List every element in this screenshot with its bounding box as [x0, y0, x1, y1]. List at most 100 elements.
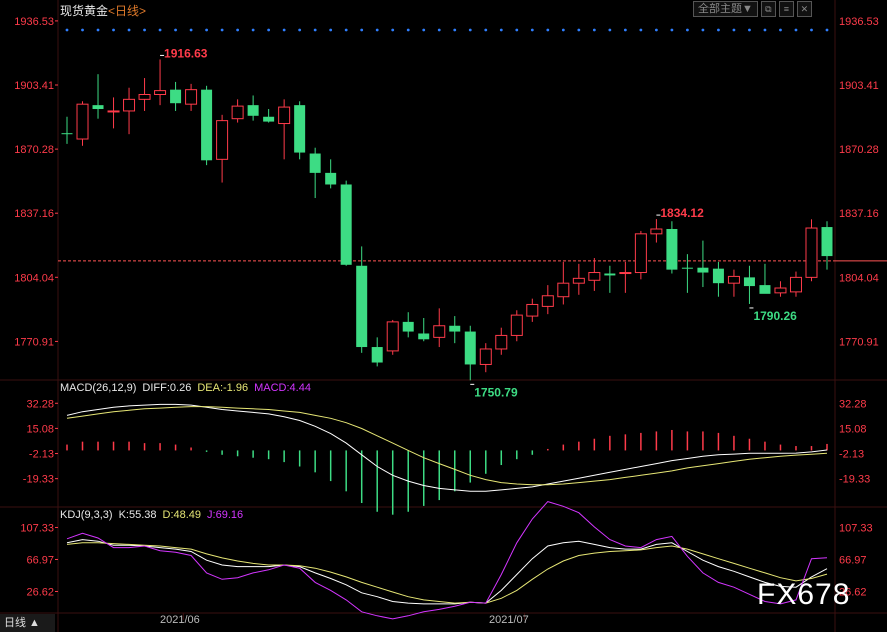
restore-icon[interactable]: ⧉ [760, 1, 776, 17]
kdj-tick-label: 66.97 [839, 554, 867, 566]
candle-body [371, 347, 383, 363]
macd-legend-name: MACD(26,12,9) [60, 382, 137, 394]
price-annotation: 1750.79 [474, 385, 518, 399]
period-label[interactable]: <日线> [108, 4, 146, 18]
candle-body [541, 295, 554, 307]
candle-body [464, 331, 476, 365]
candle-body [263, 116, 275, 122]
day-dot [437, 28, 441, 32]
day-dot [623, 28, 627, 32]
macd-dea-line [66, 406, 828, 486]
day-dot [577, 28, 581, 32]
candle-body [510, 314, 523, 336]
day-dot [484, 28, 488, 32]
candle-body [309, 153, 321, 173]
price-tick-label: 1870.28 [839, 144, 879, 156]
macd-tick-label: -2.13 [839, 449, 864, 461]
macd-tick-label: -19.33 [839, 474, 870, 486]
candle-body [76, 103, 89, 140]
symbol-name: 现货黄金 [60, 4, 109, 18]
candle-body [526, 303, 539, 317]
candle-body [402, 321, 414, 332]
candle-body [495, 334, 508, 350]
candle-body [185, 89, 198, 105]
price-tick-label: 1870.28 [14, 144, 54, 156]
price-annotation: 1916.63 [164, 46, 208, 60]
settings-icon[interactable]: ≡ [778, 1, 794, 17]
kdj-legend-j: J:69.16 [207, 509, 244, 521]
day-dot [515, 28, 519, 32]
day-dot [422, 28, 426, 32]
kdj-k-line [66, 539, 828, 605]
chart-canvas: 1936.53 1936.53 1903.41 1903.41 1870.28 1870.… [0, 0, 887, 632]
candle-body [774, 287, 787, 294]
candle-body [604, 273, 616, 276]
candle-body [107, 110, 120, 113]
day-dot [748, 28, 751, 32]
day-dot [499, 28, 503, 32]
candle-body [634, 233, 647, 274]
price-tick-label: 1903.41 [839, 80, 879, 92]
price-annotation: 1790.26 [753, 309, 797, 323]
day-dot [686, 28, 689, 32]
candle-body [61, 133, 73, 135]
day-dot [189, 28, 193, 32]
kdj-legend-name: KDJ(9,3,3) [60, 509, 113, 521]
candle-body [433, 325, 446, 338]
candle-body [743, 277, 755, 287]
day-dot [344, 28, 348, 32]
candle-body [138, 94, 151, 100]
close-icon[interactable]: ✕ [796, 1, 812, 17]
day-dot [205, 28, 208, 32]
kdj-tick-label: 107.33 [839, 522, 873, 534]
candle-body [557, 282, 570, 298]
day-dot [298, 28, 302, 32]
day-dot [96, 28, 100, 32]
day-dot [670, 28, 674, 32]
candle-body [325, 172, 337, 185]
day-dot [267, 28, 271, 32]
kdj-d-line [66, 542, 828, 604]
price-tick-label: 1936.53 [14, 16, 54, 28]
candle-body [727, 275, 740, 284]
price-tick-label: 1936.53 [839, 16, 879, 28]
kdj-legend-d: D:48.49 [162, 509, 202, 521]
day-dot [81, 28, 84, 32]
candle-body [805, 227, 818, 278]
day-dot [220, 28, 224, 32]
candle-body [666, 228, 678, 270]
candle-body [154, 90, 167, 96]
chart-frame: 1936.53 1936.53 1903.41 1903.41 1870.28 1870.… [0, 0, 887, 632]
day-dot [561, 28, 565, 32]
day-dot [174, 28, 177, 32]
day-dot [530, 28, 534, 32]
candle-body [697, 267, 709, 273]
day-dot [763, 28, 767, 32]
day-dot [654, 28, 658, 32]
candle-body [201, 89, 213, 161]
day-dot [732, 28, 736, 32]
macd-tick-label: 32.28 [839, 398, 867, 410]
macd-legend-dea: DEA:-1.96 [197, 382, 249, 394]
day-dot [329, 28, 333, 32]
candle-body [759, 285, 771, 294]
period-tab[interactable]: 日线 ▲ [0, 614, 55, 632]
candle-body [356, 265, 368, 348]
price-tick-label: 1903.41 [14, 80, 54, 92]
day-dot [313, 28, 317, 32]
kdj-legend: KDJ(9,3,3) K:55.38 D:48.49 J:69.16 [60, 509, 249, 521]
theme-dropdown[interactable]: 全部主题▼ [693, 1, 758, 17]
day-dot [779, 28, 782, 32]
day-dot [608, 28, 612, 32]
day-dot [391, 28, 395, 32]
day-dot [360, 28, 364, 32]
candle-body [449, 325, 461, 332]
day-dot [236, 28, 240, 32]
day-dot [639, 28, 643, 32]
macd-tick-label: 15.08 [26, 423, 54, 435]
day-dot [112, 28, 115, 32]
candle-body [278, 106, 291, 125]
day-dot [717, 28, 720, 32]
day-dot [158, 28, 162, 32]
candle-body [650, 228, 663, 235]
